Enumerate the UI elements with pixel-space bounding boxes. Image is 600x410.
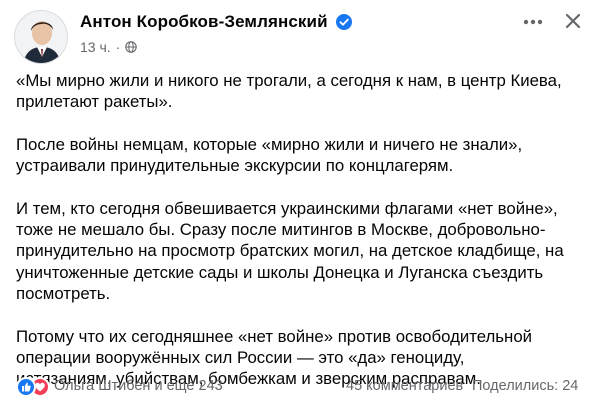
- post-meta: 13 ч. ·: [80, 39, 138, 55]
- post-body: «Мы мирно жили и никого не трогали, а се…: [16, 70, 588, 389]
- comments-count[interactable]: 45 комментариев: [346, 378, 463, 394]
- reactors-text[interactable]: Ольга Штибен и еще 243: [54, 378, 223, 394]
- shares-count[interactable]: Поделились: 24: [472, 378, 578, 394]
- text-line: тоже не мешало бы. Сразу после митингов …: [16, 220, 546, 240]
- verified-badge-icon: [336, 14, 352, 30]
- text-line: После войны немцам, которые «мирно жили …: [16, 134, 523, 154]
- author-name[interactable]: Антон Коробков-Землянский: [80, 12, 328, 32]
- text-line: посмотреть.: [16, 283, 111, 303]
- post-header: Антон Коробков-Землянский 13 ч. ·: [14, 10, 586, 64]
- globe-icon: [125, 41, 138, 53]
- meta-separator: ·: [115, 39, 121, 55]
- text-line: операции вооружённых сил России — это «д…: [16, 347, 465, 367]
- avatar[interactable]: [14, 10, 68, 64]
- post-paragraph: «Мы мирно жили и никого не трогали, а се…: [16, 70, 588, 113]
- text-line: уничтоженные детские сады и школы Донецк…: [16, 262, 544, 282]
- close-icon[interactable]: [562, 10, 584, 32]
- text-line: Потому что их сегодняшнее «нет войне» пр…: [16, 326, 533, 346]
- post-paragraph: После войны немцам, которые «мирно жили …: [16, 134, 588, 177]
- more-options-icon[interactable]: [520, 12, 546, 32]
- post-timestamp[interactable]: 13 ч.: [80, 39, 111, 55]
- text-line: прилетают ракеты».: [16, 92, 173, 112]
- text-line: И тем, кто сегодня обвешивается украинск…: [16, 198, 558, 218]
- text-line: «Мы мирно жили и никого не трогали, а се…: [16, 71, 562, 90]
- text-line: принудительно на просмотр братских могил…: [16, 241, 564, 261]
- like-icon: [16, 377, 36, 397]
- post-footer: Ольга Штибен и еще 243 45 комментариев П…: [16, 376, 584, 398]
- facebook-post: Антон Коробков-Землянский 13 ч. · «Мы ми…: [0, 0, 600, 410]
- post-paragraph: И тем, кто сегодня обвешивается украинск…: [16, 198, 588, 304]
- text-line: устраивали принудительные экскурсии по к…: [16, 156, 454, 176]
- reactions-summary[interactable]: [16, 377, 52, 397]
- avatar-portrait: [15, 11, 67, 63]
